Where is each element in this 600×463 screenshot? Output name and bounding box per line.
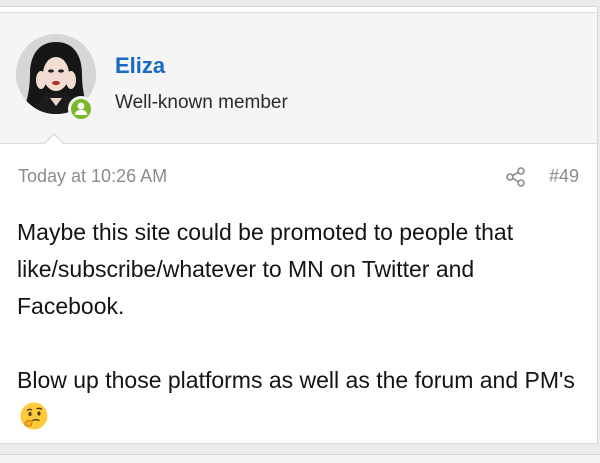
next-post-edge xyxy=(0,454,600,463)
thinking-face-emoji xyxy=(19,401,49,442)
post-date-link[interactable]: Today at 10:26 AM xyxy=(18,166,167,187)
username-link[interactable]: Eliza xyxy=(115,53,165,79)
post-user-header: Eliza Well-known member xyxy=(0,12,597,144)
user-title: Well-known member xyxy=(115,92,288,113)
post-paragraph-2: Blow up those platforms as well as the f… xyxy=(17,362,587,442)
post-number-link[interactable]: #49 xyxy=(549,166,579,187)
user-silhouette-icon xyxy=(74,102,88,115)
header-caret-inner xyxy=(45,135,63,144)
share-nodes-icon xyxy=(506,167,525,187)
online-user-icon xyxy=(68,96,94,122)
thinking-face-icon xyxy=(20,402,48,430)
post-paragraph-2-text: Blow up those platforms as well as the f… xyxy=(17,367,575,393)
post-body: Maybe this site could be promoted to peo… xyxy=(17,214,587,442)
share-icon[interactable] xyxy=(505,166,527,188)
post-paragraph-1: Maybe this site could be promoted to peo… xyxy=(17,219,514,319)
